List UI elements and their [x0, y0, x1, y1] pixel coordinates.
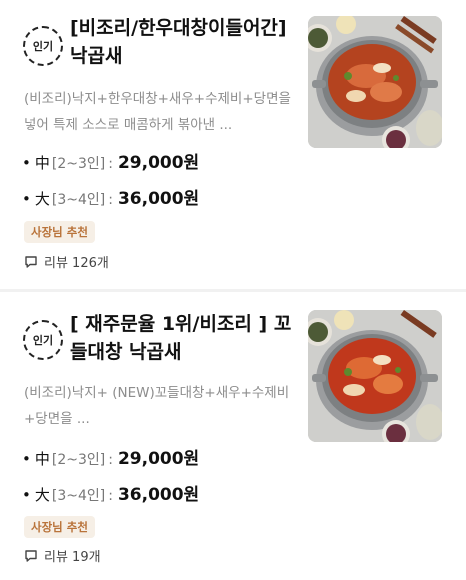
option-separator: : — [108, 452, 113, 468]
option-bullet: • — [22, 190, 31, 208]
stew-pan-photo-icon — [308, 310, 442, 442]
option-serves: [2~3인] — [51, 156, 106, 172]
option-separator: : — [108, 488, 113, 504]
option-size: 中 — [34, 154, 50, 172]
option-serves: [2~3인] — [51, 452, 106, 468]
menu-item-title[interactable]: [ 재주문율 1위/비조리 ] 꼬들대창 낙곱새 — [70, 310, 300, 366]
popular-badge: 인기 — [23, 26, 63, 66]
option-separator: : — [108, 156, 113, 172]
review-count-label: 리뷰 19개 — [44, 550, 101, 565]
option-bullet: • — [22, 154, 31, 172]
option-price: 36,000원 — [117, 485, 200, 505]
menu-item-thumbnail[interactable] — [308, 16, 442, 148]
option-price: 29,000원 — [117, 153, 200, 173]
menu-list: 인기 [비조리/한우대창이들어간] 낙곱새 (비조리)낙지+한우대창+새우+수제… — [0, 0, 466, 580]
speech-bubble-icon — [24, 255, 38, 269]
stew-pan-photo-icon — [308, 16, 442, 148]
option-serves: [3~4인] — [51, 192, 106, 208]
option-size: 大 — [34, 486, 50, 504]
review-count[interactable]: 리뷰 19개 — [24, 546, 101, 565]
popular-badge-label: 인기 — [32, 40, 54, 53]
option-serves: [3~4인] — [51, 488, 106, 504]
popular-badge: 인기 — [23, 320, 63, 360]
option-price: 29,000원 — [117, 449, 200, 469]
popular-badge-label: 인기 — [32, 334, 54, 347]
review-count[interactable]: 리뷰 126개 — [24, 252, 109, 271]
price-option-medium[interactable]: • 中 [2~3인] : 29,000원 — [22, 148, 199, 173]
price-option-large[interactable]: • 大 [3~4인] : 36,000원 — [22, 480, 199, 505]
price-option-medium[interactable]: • 中 [2~3인] : 29,000원 — [22, 444, 199, 469]
price-option-large[interactable]: • 大 [3~4인] : 36,000원 — [22, 184, 199, 209]
option-bullet: • — [22, 486, 31, 504]
option-size: 中 — [34, 450, 50, 468]
option-bullet: • — [22, 450, 31, 468]
menu-item-thumbnail[interactable] — [308, 310, 442, 442]
menu-item-description: (비조리)낙지+한우대창+새우+수제비+당면을 넣어 특제 소스로 매콤하게 볶… — [24, 91, 291, 133]
menu-item-description: (비조리)낙지+ (NEW)꼬들대창+새우+수제비+당면을 ... — [24, 385, 290, 427]
menu-item-card[interactable]: 인기 [비조리/한우대창이들어간] 낙곱새 (비조리)낙지+한우대창+새우+수제… — [0, 0, 466, 290]
owner-recommend-badge: 사장님 추천 — [24, 516, 95, 538]
option-separator: : — [108, 192, 113, 208]
speech-bubble-icon — [24, 549, 38, 563]
review-count-label: 리뷰 126개 — [44, 256, 109, 271]
owner-recommend-badge: 사장님 추천 — [24, 221, 95, 243]
menu-item-card[interactable]: 인기 [ 재주문율 1위/비조리 ] 꼬들대창 낙곱새 (비조리)낙지+ (NE… — [0, 292, 466, 580]
option-price: 36,000원 — [117, 189, 200, 209]
menu-item-title[interactable]: [비조리/한우대창이들어간] 낙곱새 — [70, 14, 300, 70]
option-size: 大 — [34, 190, 50, 208]
